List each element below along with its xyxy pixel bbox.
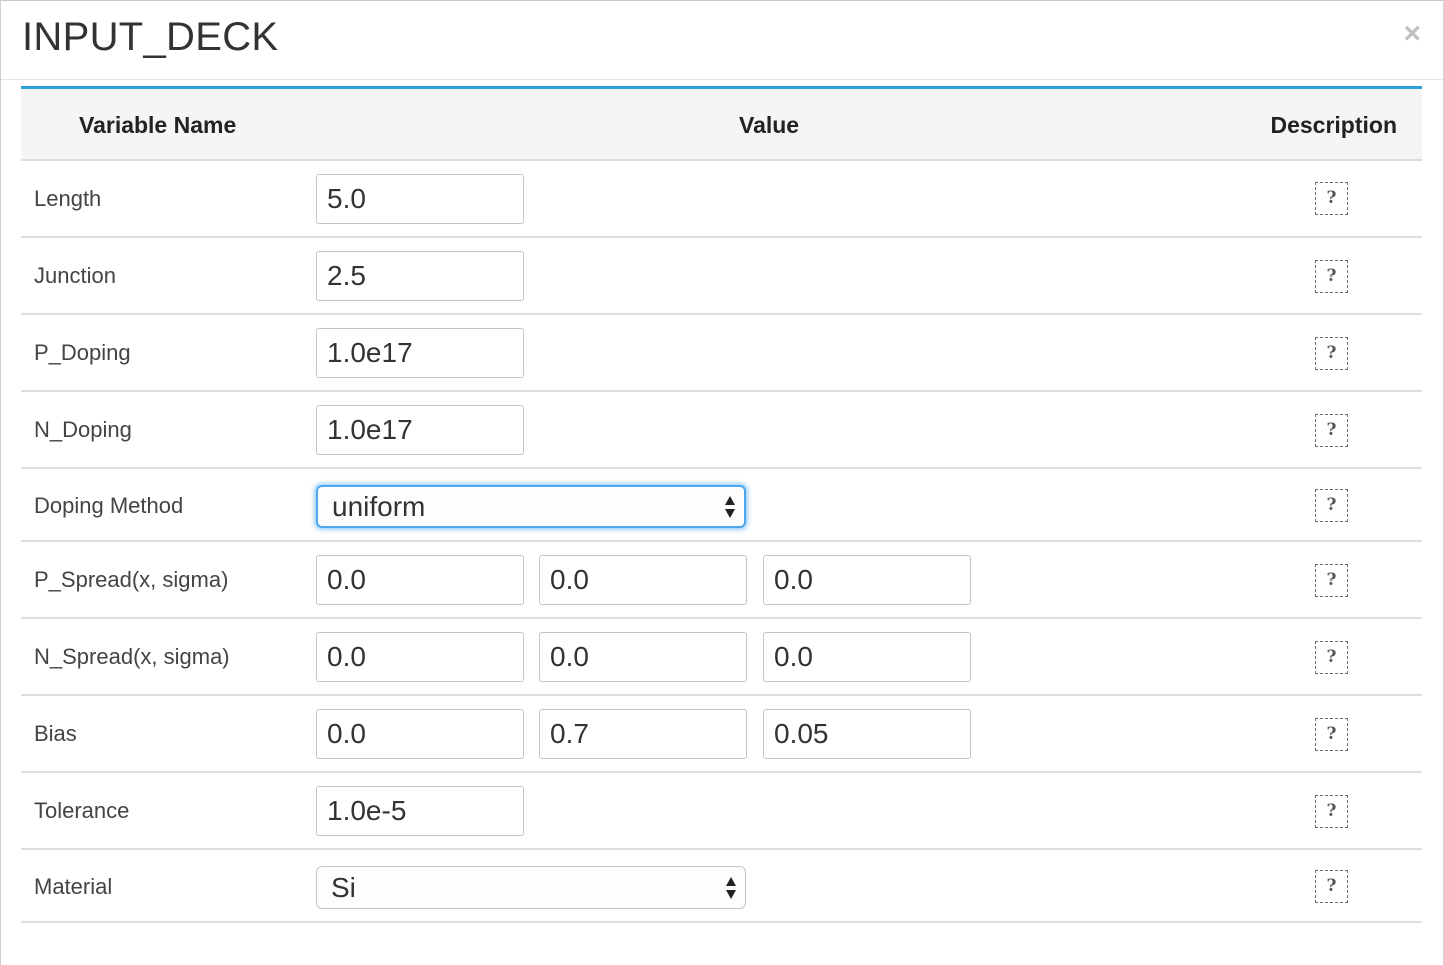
help-icon[interactable]: ? [1315,718,1348,751]
row-label-junction: Junction [34,263,116,288]
p-spread-x-input[interactable]: 0.0 [316,555,524,605]
help-icon[interactable]: ? [1315,870,1348,903]
table-row-n-doping: N_Doping 1.0e17 ? [21,392,1422,469]
table-row-p-doping: P_Doping 1.0e17 ? [21,315,1422,392]
table-row-p-spread: P_Spread(x, sigma) 0.0 0.0 0.0 ? [21,542,1422,619]
length-input[interactable]: 5.0 [316,174,524,224]
select-arrows-icon [726,876,736,899]
row-label-p-spread: P_Spread(x, sigma) [34,567,229,592]
table-row-material: Material Si ? [21,850,1422,923]
select-arrows-icon [725,495,735,518]
input-deck-table: Variable Name Value Description Length 5… [21,86,1422,923]
header-value: Value [739,112,800,138]
n-spread-x-input[interactable]: 0.0 [316,632,524,682]
row-label-length: Length [34,186,102,211]
tolerance-input[interactable]: 1.0e-5 [316,786,524,836]
help-icon[interactable]: ? [1315,182,1348,215]
row-label-material: Material [34,874,113,899]
bias-start-input[interactable]: 0.0 [316,709,524,759]
help-icon[interactable]: ? [1315,641,1348,674]
bias-step-input[interactable]: 0.05 [763,709,971,759]
bias-end-input[interactable]: 0.7 [539,709,747,759]
p-spread-third-input[interactable]: 0.0 [763,555,971,605]
help-icon[interactable]: ? [1315,489,1348,522]
row-label-n-doping: N_Doping [34,417,132,442]
row-label-tolerance: Tolerance [34,798,130,823]
header-description: Description [1270,112,1397,138]
table-row-n-spread: N_Spread(x, sigma) 0.0 0.0 0.0 ? [21,619,1422,696]
row-label-n-spread: N_Spread(x, sigma) [34,644,230,669]
help-icon[interactable]: ? [1315,337,1348,370]
doping-method-select[interactable]: uniform [316,485,746,528]
n-doping-input[interactable]: 1.0e17 [316,405,524,455]
table-row-junction: Junction 2.5 ? [21,238,1422,315]
doping-method-selected-value: uniform [332,491,426,522]
help-icon[interactable]: ? [1315,414,1348,447]
n-spread-third-input[interactable]: 0.0 [763,632,971,682]
material-selected-value: Si [331,872,356,903]
junction-input[interactable]: 2.5 [316,251,524,301]
modal-header: INPUT_DECK × [1,1,1443,80]
table-row-doping-method: Doping Method uniform ? [21,469,1422,542]
help-icon[interactable]: ? [1315,564,1348,597]
table-header: Variable Name Value Description [21,86,1422,161]
help-icon[interactable]: ? [1315,260,1348,293]
modal-title: INPUT_DECK [22,15,279,59]
header-variable-name: Variable Name [79,112,237,138]
input-deck-modal: INPUT_DECK × Variable Name Value Descrip… [0,0,1444,965]
row-label-bias: Bias [34,721,77,746]
p-doping-input[interactable]: 1.0e17 [316,328,524,378]
material-select[interactable]: Si [316,866,746,909]
help-icon[interactable]: ? [1315,795,1348,828]
close-button[interactable]: × [1403,17,1421,51]
table-row-tolerance: Tolerance 1.0e-5 ? [21,773,1422,850]
table-row-bias: Bias 0.0 0.7 0.05 ? [21,696,1422,773]
p-spread-sigma-input[interactable]: 0.0 [539,555,747,605]
table-row-length: Length 5.0 ? [21,161,1422,238]
row-label-p-doping: P_Doping [34,340,131,365]
row-label-doping-method: Doping Method [34,493,184,518]
n-spread-sigma-input[interactable]: 0.0 [539,632,747,682]
